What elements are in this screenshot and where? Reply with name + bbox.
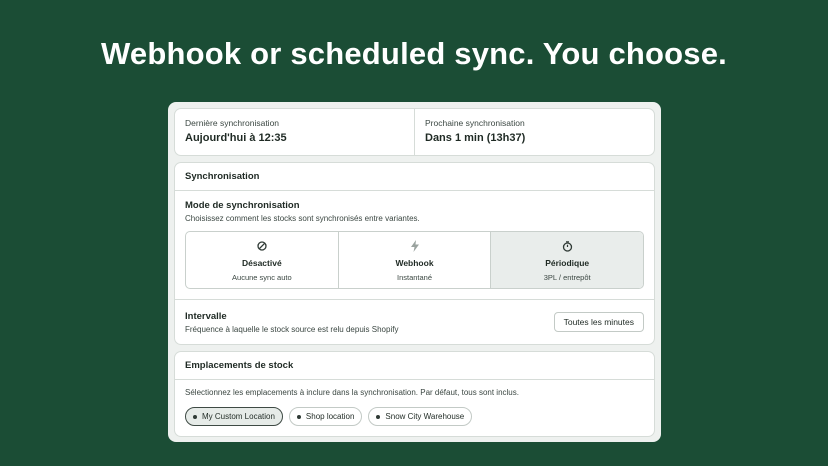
dot-icon [193,414,197,419]
interval-title: Intervalle [185,310,227,322]
headline: Webhook or scheduled sync. You choose. [100,36,727,71]
mode-option-periodic[interactable]: Périodique 3PL / entrepôt [490,232,643,288]
sync-mode-title: Mode de synchronisation [185,200,300,211]
next-sync-label: Prochaine synchronisation [425,118,525,128]
mode-option-label: Périodique [545,258,590,268]
mode-option-sublabel: 3PL / entrepôt [543,273,591,282]
mode-option-sublabel: Aucune sync auto [232,273,292,282]
location-chip-label: Snow City Warehouse [385,412,465,421]
sync-settings-card: Synchronisation Mode de synchronisation … [174,162,655,345]
last-sync-value: Aujourd'hui à 12:35 [185,132,287,144]
interval-text: Intervalle Fréquence à laquelle le stock… [185,311,554,334]
dot-icon [376,414,381,419]
location-chip-label: Shop location [305,412,355,421]
locations-heading: Emplacements de stock [175,352,654,380]
location-chip-label: My Custom Location [202,412,275,421]
locations-description: Sélectionnez les emplacements à inclure … [185,388,519,397]
interval-description: Fréquence à laquelle le stock source est… [185,324,399,334]
interval-button[interactable]: Toutes les minutes [553,312,644,332]
mode-option-webhook[interactable]: Webhook Instantané [337,232,491,288]
clock-icon [561,240,573,252]
mode-option-label: Webhook [395,258,434,268]
disabled-icon [256,240,268,252]
location-chip-my-custom-location[interactable]: My Custom Location [185,407,283,426]
lightning-icon [409,240,421,252]
interval-section: Intervalle Fréquence à laquelle le stock… [175,300,654,344]
mode-option-label: Désactivé [241,258,282,268]
last-sync-label: Dernière synchronisation [185,118,280,128]
location-chip-snow-city-warehouse[interactable]: Snow City Warehouse [368,407,473,426]
settings-panel: Dernière synchronisation Aujourd'hui à 1… [168,102,661,442]
sync-mode-section: Mode de synchronisation Choisissez comme… [175,191,654,300]
sync-mode-description: Choisissez comment les stocks sont synch… [185,214,420,223]
locations-body: Sélectionnez les emplacements à inclure … [175,380,654,436]
mode-option-disabled[interactable]: Désactivé Aucune sync auto [186,232,338,288]
sync-status-card: Dernière synchronisation Aujourd'hui à 1… [174,108,655,156]
dot-icon [296,414,301,419]
mode-option-sublabel: Instantané [396,273,433,282]
next-sync-value: Dans 1 min (13h37) [425,132,526,144]
sync-mode-selector: Désactivé Aucune sync auto Webhook Insta… [185,231,644,289]
location-chips: My Custom Location Shop location Snow Ci… [185,407,644,426]
sync-heading: Synchronisation [175,163,654,191]
location-chip-shop-location[interactable]: Shop location [288,407,363,426]
stock-locations-card: Emplacements de stock Sélectionnez les e… [174,351,655,437]
last-sync: Dernière synchronisation Aujourd'hui à 1… [175,109,414,155]
next-sync: Prochaine synchronisation Dans 1 min (13… [414,109,654,155]
